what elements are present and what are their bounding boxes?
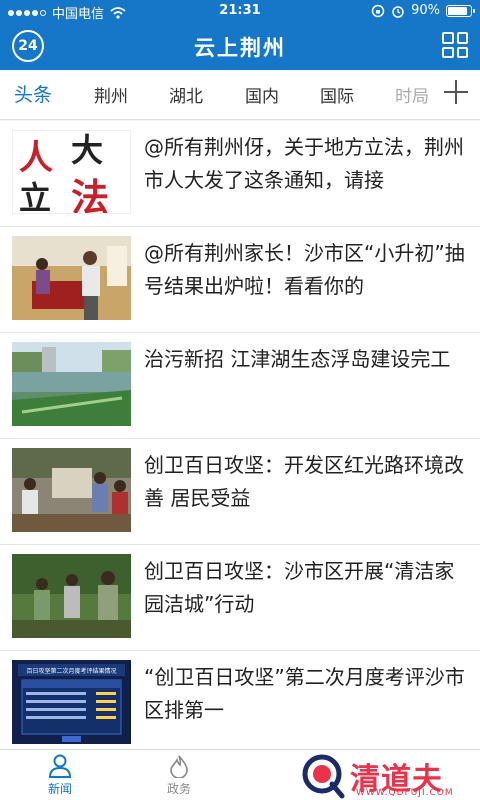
battery-icon [446,4,475,17]
news-title: 创卫百日攻坚：开发区红光路环境改善 居民受益 [144,453,464,510]
news-thumbnail [12,236,131,320]
bottom-nav-government-label: 政务 [166,782,191,796]
tab-domestic[interactable]: 国内 [245,82,279,107]
watermark-emblem-icon [302,754,345,799]
news-title: “创卫百日攻坚”第二次月度考评沙市区排第一 [144,665,465,722]
svg-text:立: 立 [19,179,51,214]
svg-text:百日攻坚第二次月度考评结果情况: 百日攻坚第二次月度考评结果情况 [26,667,116,675]
svg-text:法: 法 [71,175,109,214]
news-thumbnail [12,554,131,638]
tab-current-affairs[interactable]: 时局 [395,82,429,107]
news-thumbnail: 人 大 立 法 [12,130,131,214]
news-thumbnail [12,448,131,532]
category-tabs: 头条 荆州 湖北 国内 国际 时局 [0,70,480,120]
bottom-nav-news[interactable]: 新闻 [30,754,90,797]
svg-text:大: 大 [71,131,103,169]
news-item[interactable]: @所有荆州家长！沙市区“小升初”抽号结果出炉啦！看看你的 [0,227,480,333]
rotation-lock-icon [371,4,385,17]
news-title: @所有荆州家长！沙市区“小升初”抽号结果出炉啦！看看你的 [144,241,465,298]
svg-text:人: 人 [19,138,53,178]
watermark-logo: 清道夫 WWW.QDFUJI.COM [298,750,468,800]
grid-menu-icon[interactable] [442,32,468,58]
app-header: 24 云上荆州 [0,22,480,70]
watermark-url: WWW.QDFUJI.COM [356,788,454,798]
status-bar: 中国电信 21:31 90% [0,0,480,22]
tab-international[interactable]: 国际 [320,82,354,107]
news-item[interactable]: 创卫百日攻坚：沙市区开展“清洁家园洁城”行动 [0,545,480,651]
news-item[interactable]: 治污新招 江津湖生态浮岛建设完工 [0,333,480,439]
bottom-nav-news-label: 新闻 [47,782,72,796]
news-item[interactable]: 百日攻坚第二次月度考评结果情况 “创卫百日攻坚”第二次月度考评沙市区排第一 [0,651,480,757]
news-thumbnail: 百日攻坚第二次月度考评结果情况 [12,660,131,744]
alarm-icon [392,5,404,18]
tab-jingzhou[interactable]: 荆州 [94,82,128,107]
battery-percent: 90% [411,3,440,18]
page-title: 云上荆州 [194,36,286,60]
tab-hubei[interactable]: 湖北 [169,82,203,107]
news-title: 创卫百日攻坚：沙市区开展“清洁家园洁城”行动 [144,559,455,616]
flame-icon [170,755,188,778]
add-tab-icon[interactable] [442,78,470,106]
news-item[interactable]: 人 大 立 法 @所有荆州伢，关于地方立法，荆州市人大发了这条通知，请接 [0,121,480,227]
news-title: @所有荆州伢，关于地方立法，荆州市人大发了这条通知，请接 [144,135,464,192]
legislation-logo: 人 大 立 法 [19,131,109,214]
news-thumbnail [12,342,131,426]
tab-headlines[interactable]: 头条 [14,80,52,107]
news-list: 人 大 立 法 @所有荆州伢，关于地方立法，荆州市人大发了这条通知，请接 @所有… [0,121,480,757]
user-icon [48,754,72,778]
news-item[interactable]: 创卫百日攻坚：开发区红光路环境改善 居民受益 [0,439,480,545]
news-title: 治污新招 江津湖生态浮岛建设完工 [144,347,451,371]
bottom-nav-government[interactable]: 政务 [149,754,209,797]
